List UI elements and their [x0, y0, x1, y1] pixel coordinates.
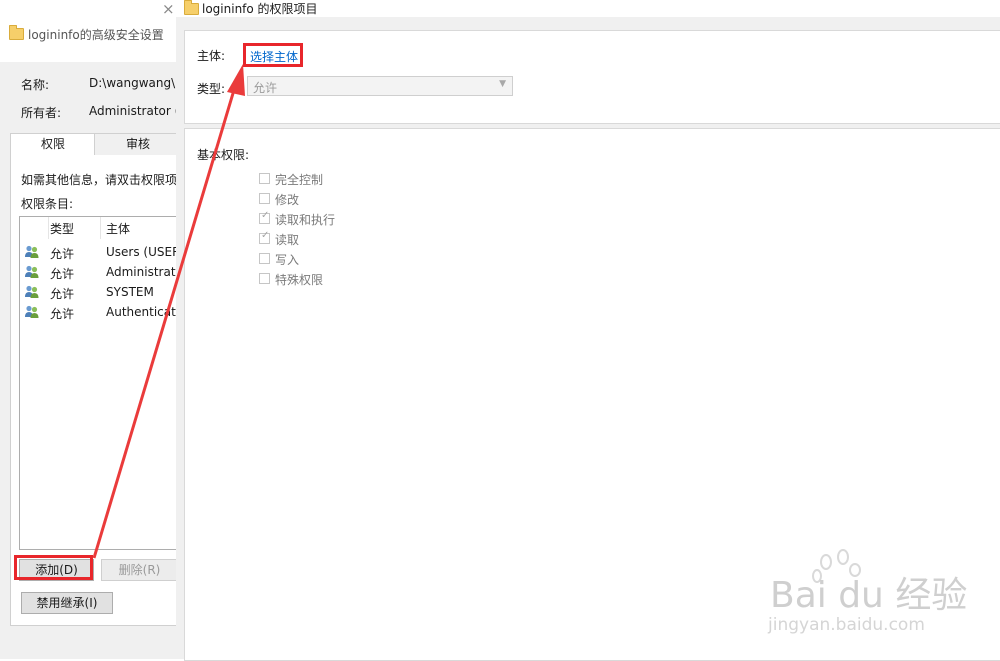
annotation-arrow — [92, 64, 245, 559]
arrow-line — [92, 89, 236, 559]
arrow-head — [227, 64, 245, 96]
